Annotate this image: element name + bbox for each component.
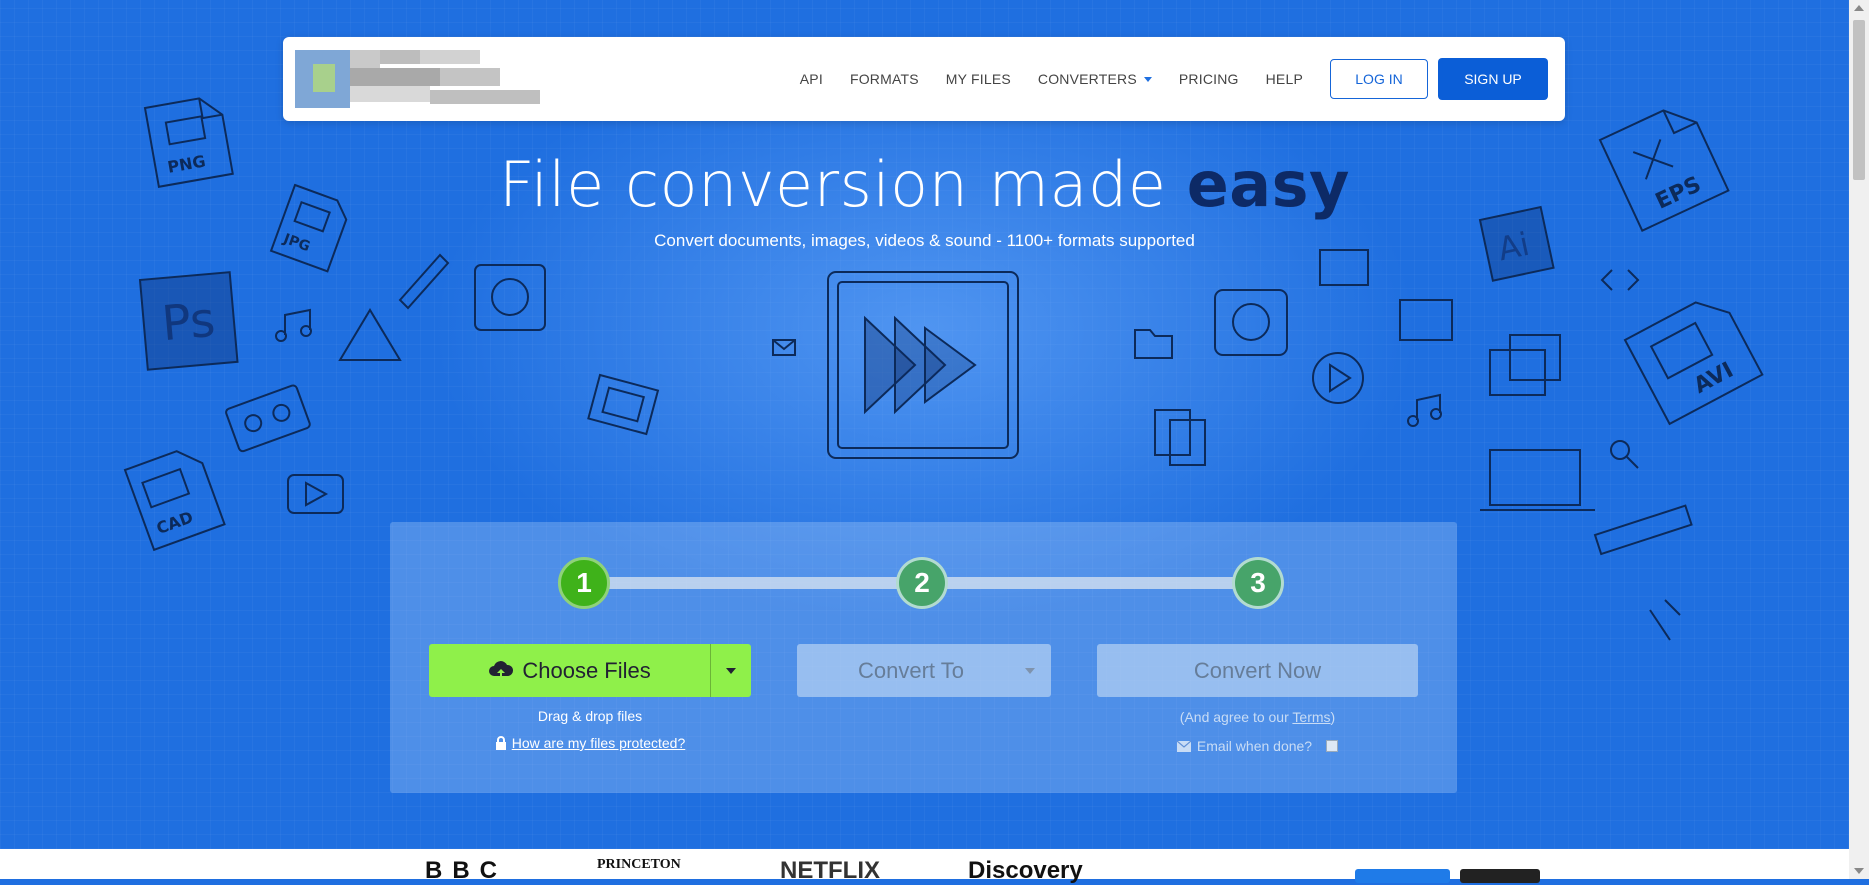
hero-subtitle: Convert documents, images, videos & soun… (654, 231, 1195, 250)
nav-converters[interactable]: CONVERTERS (1038, 71, 1152, 87)
nav-pricing[interactable]: PRICING (1179, 71, 1239, 87)
convert-to-select[interactable]: Convert To (797, 644, 1051, 697)
princeton-logo: PRINCETON (597, 857, 681, 872)
hero-title-strong: easy (1186, 148, 1350, 221)
top-navbar: API FORMATS MY FILES CONVERTERS PRICING … (283, 37, 1565, 121)
client-logos-strip: BBC PRINCETON NETFLIX Discovery (0, 849, 1849, 884)
netflix-logo: NETFLIX (780, 857, 880, 884)
caret-down-icon (726, 667, 737, 674)
email-when-done-row: Email when done? (1097, 738, 1418, 754)
discovery-logo: Discovery (968, 857, 1083, 884)
bbc-logo: BBC (425, 857, 507, 884)
scrollbar-thumb[interactable] (1853, 20, 1865, 180)
files-protected-row: How are my files protected? (429, 735, 751, 751)
caret-down-icon (1143, 76, 1152, 82)
convert-now-button[interactable]: Convert Now (1097, 644, 1418, 697)
site-logo[interactable] (295, 50, 545, 108)
cloud-upload-icon (489, 660, 514, 681)
nav-help[interactable]: HELP (1266, 71, 1303, 87)
email-when-done-checkbox[interactable] (1326, 740, 1339, 752)
step-2-badge: 2 (896, 557, 948, 609)
scroll-up-arrow-icon[interactable] (1854, 5, 1864, 11)
bottom-dark-button[interactable] (1460, 869, 1540, 883)
scroll-down-arrow-icon[interactable] (1854, 868, 1864, 874)
step-3-badge: 3 (1232, 557, 1284, 609)
hero-title-main: File conversion made (499, 148, 1167, 221)
choose-files-button[interactable]: Choose Files (429, 658, 710, 684)
bottom-blue-button[interactable] (1355, 869, 1450, 883)
agree-prefix: (And agree to our (1179, 709, 1289, 725)
step-1-badge: 1 (558, 557, 610, 609)
envelope-icon (1176, 740, 1191, 752)
email-when-done-label: Email when done? (1196, 738, 1313, 754)
hero-title: File conversion made easy (0, 148, 1849, 221)
drag-drop-hint: Drag & drop files (537, 708, 643, 724)
agree-terms-text: (And agree to our Terms) (1097, 709, 1418, 725)
converter-panel: 1 2 3 Choose Files Convert To Convert No… (390, 522, 1457, 793)
nav-converters-label: CONVERTERS (1037, 71, 1137, 87)
nav-formats[interactable]: FORMATS (850, 71, 919, 87)
files-protected-link[interactable]: How are my files protected? (512, 735, 686, 751)
nav-my-files[interactable]: MY FILES (946, 71, 1011, 87)
choose-files-label: Choose Files (522, 657, 651, 683)
signup-button[interactable]: SIGN UP (1438, 58, 1548, 100)
nav-api[interactable]: API (800, 71, 823, 87)
convert-to-label: Convert To (858, 657, 964, 683)
login-button[interactable]: LOG IN (1330, 59, 1428, 99)
nav-links: API FORMATS MY FILES CONVERTERS PRICING … (773, 58, 1548, 100)
vertical-scrollbar[interactable] (1849, 0, 1869, 879)
agree-suffix: ) (1330, 709, 1336, 725)
choose-files-button-group: Choose Files (429, 644, 751, 697)
caret-down-icon (1025, 667, 1035, 674)
choose-files-dropdown[interactable] (710, 644, 751, 697)
lock-icon (495, 736, 506, 750)
terms-link[interactable]: Terms (1292, 709, 1330, 725)
